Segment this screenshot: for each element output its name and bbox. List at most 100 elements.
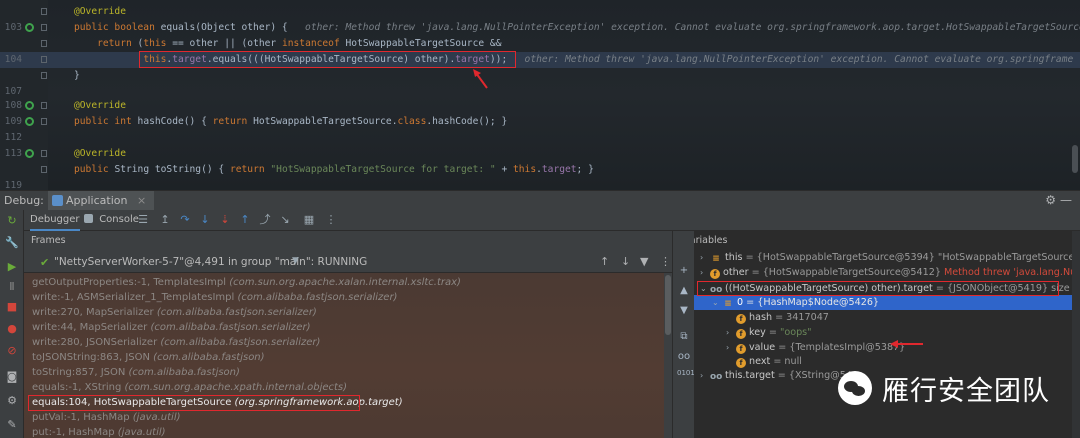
rerun-icon[interactable]: ↻ bbox=[5, 214, 19, 228]
variable-row[interactable]: › ≡ this = {HotSwappableTargetSource@5394}… bbox=[700, 250, 1080, 265]
stack-frame[interactable]: toString:857, JSON (com.alibaba.fastjson… bbox=[32, 365, 240, 381]
thread-dropdown-icon[interactable]: ▼ bbox=[292, 256, 299, 266]
code-editor[interactable]: @Override 103 public boolean equals(Object… bbox=[0, 0, 1080, 190]
variable-row[interactable]: › oo this.target = {XString@54 bbox=[700, 368, 852, 383]
expand-arrow-icon[interactable]: › bbox=[700, 368, 710, 383]
variable-row[interactable]: f next = null bbox=[726, 354, 802, 369]
fold-marker-icon[interactable] bbox=[41, 40, 47, 47]
copy-icon[interactable]: ⧉ bbox=[677, 331, 691, 342]
binary-view-icon[interactable]: 0101 bbox=[677, 369, 695, 377]
move-up-icon[interactable]: ▲ bbox=[677, 285, 691, 296]
code-line[interactable]: public String toString() { return "HotSw… bbox=[0, 162, 1080, 178]
code-text: public int hashCode() { return HotSwappa… bbox=[74, 114, 507, 130]
arrow-down-icon[interactable]: ↓ bbox=[621, 255, 630, 268]
expand-arrow-icon[interactable]: › bbox=[700, 250, 710, 265]
force-step-into-icon[interactable]: ⇣ bbox=[218, 213, 232, 227]
stack-frame[interactable]: getOutputProperties:-1, TemplatesImpl (c… bbox=[32, 275, 461, 291]
arrow-up-icon[interactable]: ↑ bbox=[600, 255, 609, 268]
variable-name: value bbox=[749, 342, 776, 353]
resume-icon[interactable]: ▶ bbox=[5, 260, 19, 274]
frames-scroll-thumb[interactable] bbox=[665, 275, 671, 335]
override-method-icon[interactable] bbox=[25, 101, 34, 110]
fold-marker-icon[interactable] bbox=[41, 8, 47, 15]
mute-breakpoints-icon[interactable]: ⊘ bbox=[5, 344, 19, 358]
close-tab-icon[interactable]: × bbox=[137, 194, 146, 207]
code-line[interactable]: 108 @Override bbox=[0, 98, 1080, 114]
wechat-bubble-shape bbox=[852, 386, 865, 396]
evaluate-expression-icon[interactable]: ▦ bbox=[302, 213, 316, 227]
code-line[interactable]: 103 public boolean equals(Object other) {… bbox=[0, 20, 1080, 36]
variable-value: = {HotSwappableTargetSource@5412} bbox=[748, 267, 944, 278]
add-watch-icon[interactable]: + bbox=[677, 265, 691, 276]
stop-icon[interactable]: ■ bbox=[5, 300, 19, 314]
variables-scrollbar[interactable] bbox=[1072, 231, 1080, 438]
more-icon[interactable]: ⋮ bbox=[660, 255, 671, 268]
code-text: @Override bbox=[74, 4, 126, 20]
override-method-icon[interactable] bbox=[25, 23, 34, 32]
thread-selector[interactable]: ✔ "NettyServerWorker-5-7"@4,491 in group… bbox=[24, 251, 672, 273]
filter-icon[interactable]: ▼ bbox=[640, 255, 648, 268]
step-out-icon[interactable]: ↑ bbox=[238, 213, 252, 227]
tab-console[interactable]: Console bbox=[84, 210, 139, 231]
code-line[interactable]: @Override bbox=[0, 4, 1080, 20]
stack-frame[interactable]: write:44, MapSerializer (com.alibaba.fas… bbox=[32, 320, 310, 336]
editor-scrollbar[interactable] bbox=[1072, 145, 1078, 173]
pause-icon[interactable]: Ⅱ bbox=[5, 280, 19, 294]
stack-frame[interactable]: put:-1, HashMap (java.util) bbox=[32, 425, 166, 438]
tab-application[interactable]: Application × bbox=[48, 191, 155, 211]
code-line[interactable]: 119 bbox=[0, 178, 1080, 190]
more-options-icon[interactable]: ⋮ bbox=[324, 213, 338, 227]
show-execution-point-icon[interactable]: ↥ bbox=[158, 213, 172, 227]
step-over-icon[interactable]: ↷ bbox=[178, 213, 192, 227]
stack-frame[interactable]: write:-1, ASMSerializer_1_TemplatesImpl … bbox=[32, 290, 397, 306]
camera-icon[interactable]: ◙ bbox=[5, 370, 19, 384]
frame-method: put:-1, HashMap bbox=[32, 427, 118, 438]
variable-row[interactable]: ⌄ ≡ 0 = {HashMap$Node@5426} bbox=[694, 295, 1072, 310]
variable-row[interactable]: › f value = {TemplatesImpl@5387} bbox=[726, 340, 905, 355]
move-down-icon[interactable]: ▼ bbox=[677, 305, 691, 316]
fold-marker-icon[interactable] bbox=[41, 102, 47, 109]
minimize-icon[interactable]: — bbox=[1060, 193, 1072, 207]
code-line[interactable]: } bbox=[0, 68, 1080, 84]
expand-arrow-icon[interactable]: › bbox=[726, 340, 736, 355]
override-method-icon[interactable] bbox=[25, 117, 34, 126]
stack-frame[interactable]: toJSONString:863, JSON (com.alibaba.fast… bbox=[32, 350, 265, 366]
fold-marker-icon[interactable] bbox=[41, 24, 47, 31]
code-line[interactable]: 112 bbox=[0, 130, 1080, 146]
pin-icon[interactable]: ✎ bbox=[5, 418, 19, 432]
settings-icon[interactable]: ⚙ bbox=[5, 394, 19, 408]
view-breakpoints-icon[interactable]: ● bbox=[5, 322, 19, 336]
code-token: @Override bbox=[74, 148, 126, 159]
tab-debugger[interactable]: Debugger bbox=[30, 210, 80, 231]
wrench-icon[interactable]: 🔧 bbox=[5, 236, 19, 250]
variable-row[interactable]: › f key = "oops" bbox=[726, 325, 812, 340]
fold-marker-icon[interactable] bbox=[41, 72, 47, 79]
drop-frame-icon[interactable]: ⤴ bbox=[258, 213, 272, 227]
variable-value: = {TemplatesImpl@5387} bbox=[775, 342, 906, 353]
fold-marker-icon[interactable] bbox=[41, 118, 47, 125]
stack-frame[interactable]: write:270, MapSerializer (com.alibaba.fa… bbox=[32, 305, 317, 321]
expand-arrow-icon[interactable]: › bbox=[700, 265, 710, 280]
fold-marker-icon[interactable] bbox=[41, 56, 47, 63]
expand-arrow-icon[interactable]: › bbox=[726, 325, 736, 340]
variable-row[interactable]: › f other = {HotSwappableTargetSource@5412… bbox=[700, 265, 1080, 280]
code-token: == other || (other bbox=[172, 38, 282, 49]
override-method-icon[interactable] bbox=[25, 149, 34, 158]
fold-marker-icon[interactable] bbox=[41, 150, 47, 157]
watches-glasses-icon[interactable]: oo bbox=[677, 351, 691, 362]
code-line[interactable]: 109 public int hashCode() { return HotSwa… bbox=[0, 114, 1080, 130]
stack-frame[interactable]: equals:-1, XString (com.sun.org.apache.x… bbox=[32, 380, 347, 396]
code-line[interactable]: return (this == other || (other instance… bbox=[0, 36, 1080, 52]
code-line[interactable]: 113 @Override bbox=[0, 146, 1080, 162]
fold-marker-icon[interactable] bbox=[41, 166, 47, 173]
frame-method: equals:-1, XString bbox=[32, 382, 125, 393]
layout-icon[interactable]: ☰ bbox=[136, 213, 150, 227]
variable-row[interactable]: f hash = 3417047 bbox=[726, 310, 829, 325]
stack-frame[interactable]: write:280, JSONSerializer (com.alibaba.f… bbox=[32, 335, 320, 351]
expand-arrow-icon[interactable]: ⌄ bbox=[712, 295, 722, 310]
frames-scrollbar[interactable] bbox=[664, 273, 672, 438]
run-to-cursor-icon[interactable]: ↘ bbox=[278, 213, 292, 227]
settings-gear-icon[interactable]: ⚙ bbox=[1045, 193, 1056, 207]
stack-frame[interactable]: putVal:-1, HashMap (java.util) bbox=[32, 410, 181, 426]
step-into-icon[interactable]: ↓ bbox=[198, 213, 212, 227]
